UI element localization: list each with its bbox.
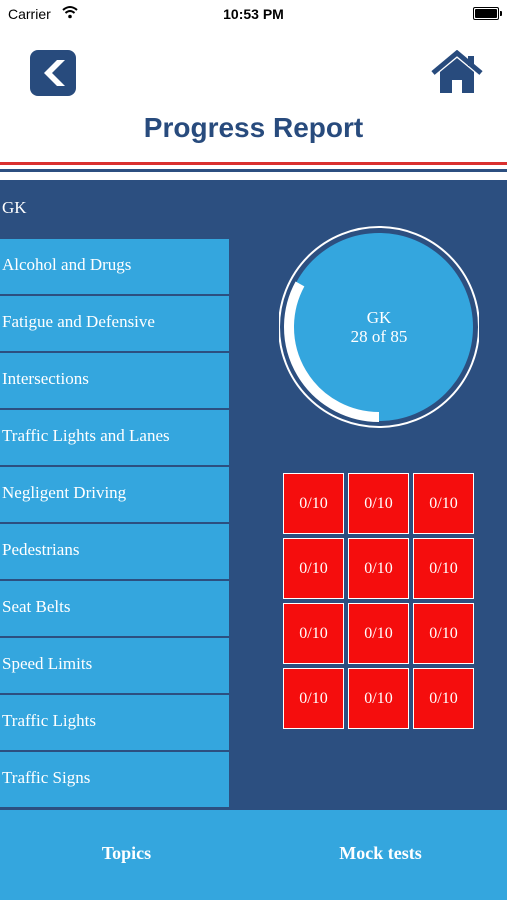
- status-bar: Carrier 10:53 PM: [0, 0, 507, 28]
- score-cell[interactable]: 0/10: [348, 473, 409, 534]
- topic-item[interactable]: Fatigue and Defensive: [0, 296, 229, 351]
- topic-label: Seat Belts: [2, 597, 71, 616]
- topic-item[interactable]: Speed Limits: [0, 638, 229, 693]
- progress-ring: GK 28 of 85: [278, 225, 480, 429]
- topic-label: Pedestrians: [2, 540, 80, 559]
- gk-header[interactable]: GK: [0, 180, 229, 237]
- score-cell[interactable]: 0/10: [413, 473, 474, 534]
- topic-label: Traffic Signs: [2, 768, 91, 787]
- back-arrow-icon: [30, 50, 76, 96]
- progress-name: GK: [366, 308, 392, 327]
- back-button[interactable]: [30, 50, 76, 96]
- topic-item[interactable]: Seat Belts: [0, 581, 229, 636]
- score-cell[interactable]: 0/10: [348, 668, 409, 729]
- topic-label: Traffic Lights: [2, 711, 96, 730]
- tab-topics[interactable]: Topics: [0, 810, 253, 900]
- topic-item[interactable]: Pedestrians: [0, 524, 229, 579]
- divider-blue: [0, 169, 507, 172]
- battery-icon: [473, 7, 502, 20]
- topic-label: Traffic Lights and Lanes: [2, 426, 170, 445]
- progress-panel: GK Alcohol and Drugs Fatigue and Defensi…: [0, 180, 507, 810]
- topic-item[interactable]: Intersections: [0, 353, 229, 408]
- topic-list: Alcohol and Drugs Fatigue and Defensive …: [0, 239, 229, 809]
- page-title: Progress Report: [143, 112, 364, 143]
- tab-bar: Topics Mock tests: [0, 810, 507, 900]
- topic-label: Negligent Driving: [2, 483, 127, 502]
- score-cell[interactable]: 0/10: [413, 538, 474, 599]
- home-button[interactable]: [430, 49, 484, 96]
- clock: 10:53 PM: [223, 6, 284, 22]
- progress-summary: 28 of 85: [350, 327, 408, 346]
- divider-red: [0, 162, 507, 165]
- topic-item[interactable]: Traffic Lights and Lanes: [0, 410, 229, 465]
- topic-item[interactable]: Traffic Signs: [0, 752, 229, 807]
- home-icon: [431, 49, 483, 93]
- score-cell[interactable]: 0/10: [283, 473, 344, 534]
- score-cell[interactable]: 0/10: [348, 603, 409, 664]
- score-cell[interactable]: 0/10: [283, 668, 344, 729]
- score-cell[interactable]: 0/10: [348, 538, 409, 599]
- topic-item[interactable]: Negligent Driving: [0, 467, 229, 522]
- topic-item[interactable]: Alcohol and Drugs: [0, 239, 229, 294]
- topic-label: Speed Limits: [2, 654, 93, 673]
- score-cell[interactable]: 0/10: [413, 603, 474, 664]
- gk-label: GK: [2, 198, 27, 217]
- topic-item[interactable]: Traffic Lights: [0, 695, 229, 750]
- topic-label: Fatigue and Defensive: [2, 312, 155, 331]
- score-cell[interactable]: 0/10: [413, 668, 474, 729]
- score-cell[interactable]: 0/10: [283, 538, 344, 599]
- score-cell[interactable]: 0/10: [283, 603, 344, 664]
- topic-label: Intersections: [2, 369, 89, 388]
- tab-mock-tests[interactable]: Mock tests: [254, 810, 507, 900]
- topic-label: Alcohol and Drugs: [2, 255, 132, 274]
